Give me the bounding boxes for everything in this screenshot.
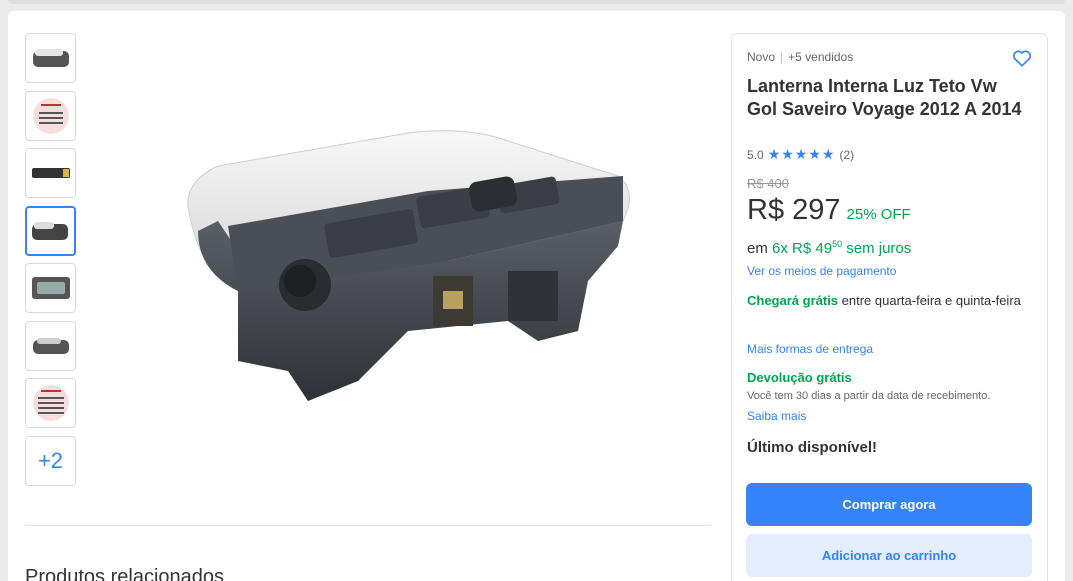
subtitle-separator: | bbox=[780, 50, 784, 64]
thumbnail-2[interactable] bbox=[25, 90, 76, 141]
star-icons: ★★★★★ bbox=[767, 146, 836, 162]
shipping-info: Chegará grátis entre quarta-feira e quin… bbox=[747, 291, 1032, 311]
learn-more-link[interactable]: Saiba mais bbox=[747, 409, 806, 423]
top-strip bbox=[8, 0, 1065, 4]
sold-count: +5 vendidos bbox=[788, 50, 854, 64]
rating-value: 5.0 bbox=[747, 147, 764, 162]
installments: em 6x R$ 4950 sem juros bbox=[747, 239, 911, 257]
thumbnail-list: +2 bbox=[25, 33, 77, 493]
heart-icon[interactable] bbox=[1011, 47, 1033, 69]
installments-suffix: sem juros bbox=[842, 240, 912, 257]
price-row: R$ 297 25% OFF bbox=[747, 194, 911, 227]
thumbnail-6[interactable] bbox=[25, 320, 76, 371]
add-to-cart-button[interactable]: Adicionar ao carrinho bbox=[746, 534, 1032, 577]
product-subtitle: Novo | +5 vendidos bbox=[747, 50, 853, 64]
free-return-title: Devolução grátis bbox=[747, 370, 852, 385]
free-shipping-label: Chegará grátis bbox=[747, 293, 839, 308]
installments-main: 6x R$ 49 bbox=[772, 240, 833, 257]
installments-cents: 50 bbox=[832, 239, 843, 249]
delivery-options-link[interactable]: Mais formas de entrega bbox=[747, 342, 873, 356]
thumbnail-7[interactable] bbox=[25, 378, 76, 428]
thumbnail-more[interactable]: +2 bbox=[25, 435, 76, 486]
thumbnail-1[interactable] bbox=[25, 33, 76, 83]
related-products-heading: Produtos relacionados bbox=[25, 566, 225, 581]
thumbnail-4[interactable] bbox=[25, 205, 76, 256]
rating-count: (2) bbox=[839, 147, 855, 162]
shipping-text: entre quarta-feira e quinta-feira bbox=[838, 293, 1021, 308]
product-image bbox=[187, 130, 630, 401]
buy-now-button[interactable]: Comprar agora bbox=[746, 483, 1032, 526]
divider bbox=[25, 525, 711, 526]
condition-label: Novo bbox=[747, 50, 776, 64]
thumbnail-5[interactable] bbox=[25, 263, 76, 313]
return-description: Você tem 30 dias a partir da data de rec… bbox=[747, 390, 991, 402]
rating[interactable]: 5.0 ★★★★★ (2) bbox=[747, 146, 854, 163]
product-card: +2 Produtos relacionados Novo | +5 vendi… bbox=[8, 11, 1065, 581]
more-images-count: +2 bbox=[37, 447, 64, 473]
price: R$ 297 bbox=[747, 194, 841, 226]
installments-prefix: em bbox=[747, 240, 773, 257]
stock-status: Último disponível! bbox=[747, 439, 878, 456]
installments-amount: 6x R$ 4950 sem juros bbox=[772, 239, 912, 257]
thumbnail-3[interactable] bbox=[25, 148, 76, 198]
product-title: Lanterna Interna Luz Teto Vw Gol Saveiro… bbox=[747, 76, 1022, 119]
buy-box: Novo | +5 vendidos Lanterna Interna Luz Te… bbox=[731, 33, 1048, 581]
discount-badge: 25% OFF bbox=[846, 206, 911, 223]
old-price: R$ 400 bbox=[747, 176, 789, 191]
payment-methods-link[interactable]: Ver os meios de pagamento bbox=[747, 264, 896, 278]
